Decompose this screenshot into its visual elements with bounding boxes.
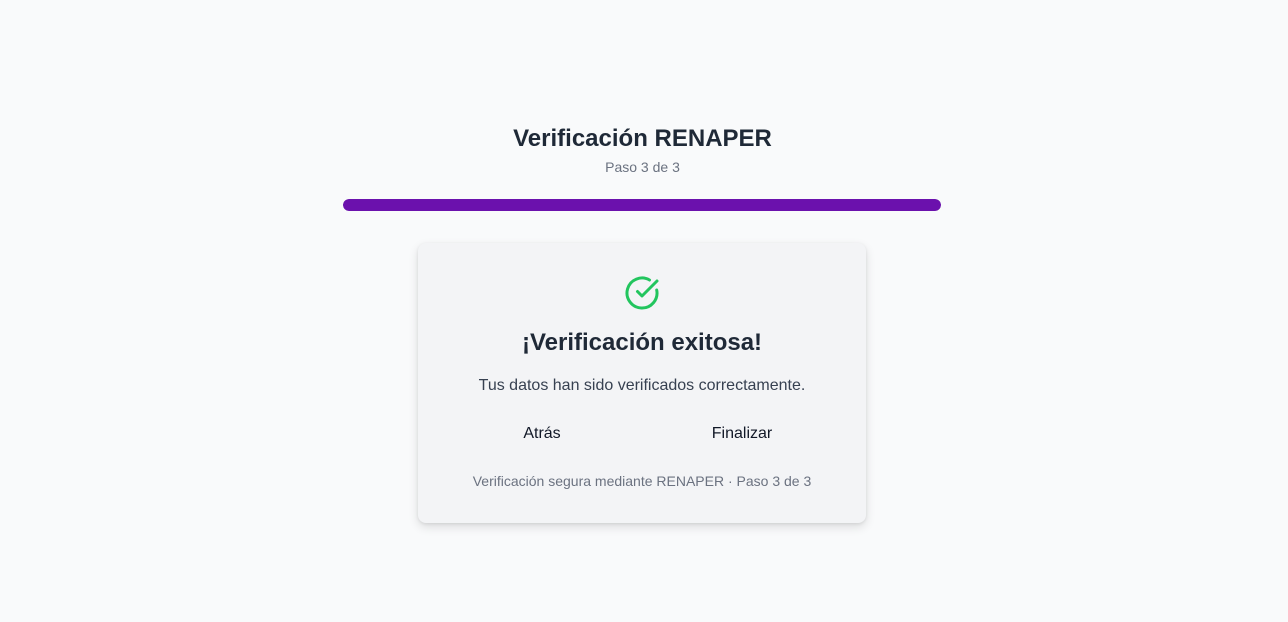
check-circle-icon — [625, 276, 659, 310]
back-button[interactable]: Atrás — [502, 419, 582, 449]
step-indicator: Paso 3 de 3 — [605, 159, 680, 175]
progress-bar-fill — [343, 199, 941, 211]
success-message: Tus datos han sido verificados correctam… — [478, 377, 806, 394]
verification-result-card: ¡Verificación exitosa! Tus datos han sid… — [418, 243, 866, 523]
success-title: ¡Verificación exitosa! — [521, 329, 763, 356]
page-title: Verificación RENAPER — [513, 125, 772, 152]
card-footer-note: Verificación segura mediante RENAPER · P… — [472, 473, 812, 489]
finish-button[interactable]: Finalizar — [698, 419, 786, 449]
page-header: Verificación RENAPER Paso 3 de 3 — [0, 123, 1285, 177]
progress-bar — [343, 199, 941, 211]
